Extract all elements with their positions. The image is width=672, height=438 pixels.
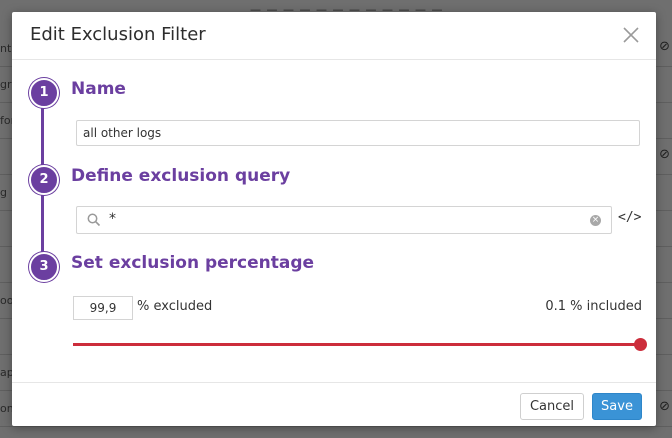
exclusion-query-input[interactable]: * × — [76, 206, 612, 234]
edit-exclusion-filter-dialog: Edit Exclusion Filter 1 Name all other l… — [12, 12, 656, 426]
cancel-button[interactable]: Cancel — [520, 393, 584, 420]
dialog-header: Edit Exclusion Filter — [12, 12, 656, 60]
background-row-text: g — [0, 186, 7, 199]
close-icon[interactable] — [620, 24, 642, 46]
dialog-footer: Cancel Save — [12, 382, 656, 427]
step-1-badge: 1 — [29, 78, 59, 108]
block-icon: ⊘ — [659, 399, 670, 414]
exclusion-slider[interactable] — [73, 338, 648, 351]
excluded-label: % excluded — [137, 299, 213, 314]
slider-handle[interactable] — [634, 338, 648, 351]
dialog-title: Edit Exclusion Filter — [30, 24, 206, 45]
block-icon: ⊘ — [659, 39, 670, 54]
block-icon: ⊘ — [659, 147, 670, 162]
save-button[interactable]: Save — [592, 393, 642, 420]
step-2-title: Define exclusion query — [71, 166, 291, 186]
slider-fill — [73, 343, 642, 346]
step-3-badge: 3 — [29, 252, 59, 282]
step-2-badge: 2 — [29, 165, 59, 195]
clear-icon[interactable]: × — [590, 215, 601, 226]
filter-name-input[interactable]: all other logs — [76, 120, 640, 146]
code-view-icon[interactable]: </> — [618, 210, 641, 225]
excluded-percentage-input[interactable]: 99,9 — [73, 296, 133, 320]
query-text: * — [109, 211, 116, 227]
step-1-title: Name — [71, 79, 126, 99]
search-icon — [87, 213, 101, 227]
included-label: 0.1 % included — [545, 299, 642, 314]
step-3-title: Set exclusion percentage — [71, 253, 315, 273]
